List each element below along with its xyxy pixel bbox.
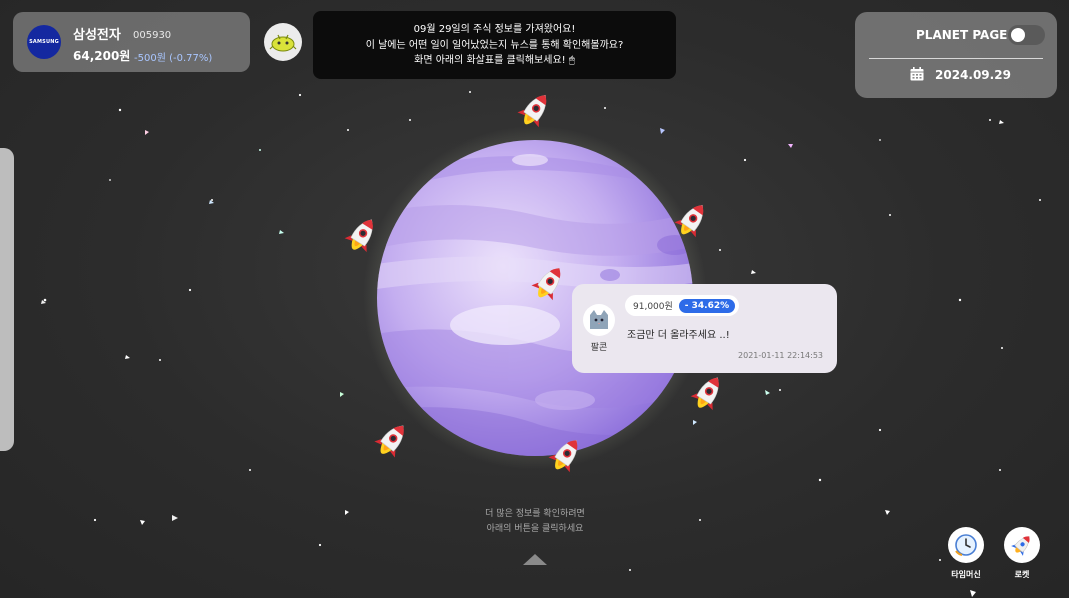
stock-info-card: SAMSUNG 삼성전자 005930 64,200원 -500원 (-0.77… bbox=[13, 12, 250, 72]
notice-box: 09월 29일의 주식 정보를 가져왔어요! 이 날에는 어떤 일이 일어났었는… bbox=[313, 11, 676, 79]
stock-change: -500원 (-0.77%) bbox=[134, 53, 213, 64]
divider bbox=[869, 58, 1043, 59]
rocket-icon bbox=[370, 417, 414, 462]
comment-price-pill: 91,000원 - 34.62% bbox=[625, 295, 740, 316]
comment-text: 조금만 더 올라주세요 ..! bbox=[627, 330, 730, 341]
planet-page-card: PLANET PAGE 2024.09.29 bbox=[855, 12, 1057, 98]
comment-bubble[interactable]: 팔콘 91,000원 - 34.62% 조금만 더 올라주세요 ..! 2021… bbox=[572, 284, 837, 373]
hint-line: 아래의 버튼을 클릭하세요 bbox=[486, 524, 584, 534]
rocket-icon bbox=[1011, 536, 1030, 556]
clock-icon bbox=[955, 534, 977, 556]
planet-page-toggle[interactable] bbox=[1008, 25, 1045, 45]
time-machine-label: 타임머신 bbox=[951, 570, 981, 579]
hint-line: 더 많은 정보를 확인하려면 bbox=[485, 509, 585, 519]
alien-mascot-icon bbox=[269, 34, 297, 52]
rocket-button[interactable] bbox=[1004, 527, 1040, 563]
rocket-icon bbox=[687, 370, 730, 415]
notice-line: 이 날에는 어떤 일이 일어났었는지 뉴스를 통해 확인해볼까요? bbox=[365, 39, 624, 51]
samsung-logo: SAMSUNG bbox=[27, 25, 61, 59]
calendar-icon[interactable] bbox=[910, 67, 924, 81]
avatar bbox=[583, 304, 615, 336]
selected-date[interactable]: 2024.09.29 bbox=[935, 68, 1011, 82]
side-panel-handle[interactable] bbox=[0, 148, 14, 451]
planet-page-title: PLANET PAGE bbox=[916, 28, 1008, 42]
comment-change-badge: - 34.62% bbox=[678, 298, 736, 313]
comment-price: 91,000원 bbox=[633, 302, 673, 312]
notice-line: 09월 29일의 주식 정보를 가져왔어요! bbox=[413, 24, 576, 35]
rocket-label: 로켓 bbox=[1014, 570, 1030, 579]
time-machine-button[interactable] bbox=[948, 527, 984, 563]
stock-code: 005930 bbox=[133, 30, 172, 41]
cat-avatar-icon bbox=[590, 310, 608, 329]
comment-author: 팔콘 bbox=[590, 343, 608, 353]
toggle-knob bbox=[1011, 28, 1025, 42]
notice-line: 화면 아래의 화살표를 클릭해보세요! 🖱 bbox=[414, 55, 575, 66]
more-info-hint: 더 많은 정보를 확인하려면 아래의 버튼을 클릭하세요 bbox=[435, 507, 635, 537]
comment-timestamp: 2021-01-11 22:14:53 bbox=[738, 351, 823, 360]
up-arrow-icon[interactable] bbox=[523, 554, 547, 566]
stock-name: 삼성전자 bbox=[73, 28, 121, 43]
rocket-icon bbox=[514, 87, 557, 132]
mascot-button[interactable] bbox=[264, 23, 302, 61]
stock-price: 64,200원 bbox=[73, 49, 131, 63]
